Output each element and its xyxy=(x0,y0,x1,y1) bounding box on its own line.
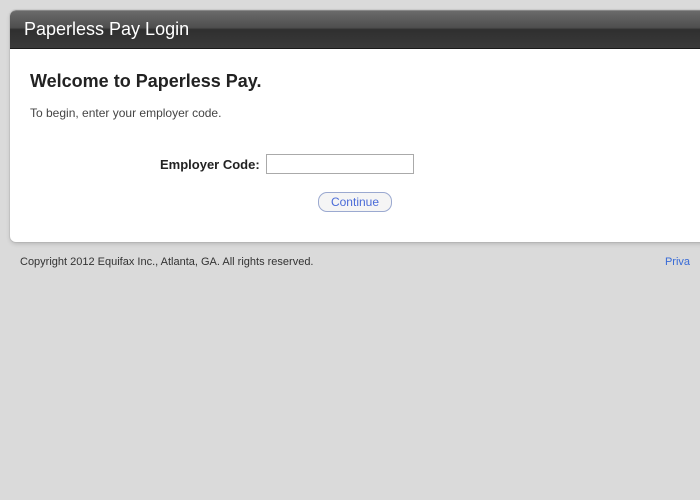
card-body: Welcome to Paperless Pay. To begin, ente… xyxy=(10,49,700,242)
continue-button[interactable]: Continue xyxy=(318,192,392,212)
button-row: Continue xyxy=(30,192,700,212)
page-title: Paperless Pay Login xyxy=(24,19,700,40)
welcome-heading: Welcome to Paperless Pay. xyxy=(30,71,700,92)
employer-code-label: Employer Code: xyxy=(160,157,260,172)
card-header: Paperless Pay Login xyxy=(10,10,700,49)
instruction-text: To begin, enter your employer code. xyxy=(30,106,700,120)
copyright-text: Copyright 2012 Equifax Inc., Atlanta, GA… xyxy=(20,256,314,268)
employer-code-row: Employer Code: xyxy=(30,154,700,174)
privacy-link[interactable]: Priva xyxy=(665,256,690,268)
login-card: Paperless Pay Login Welcome to Paperless… xyxy=(10,10,700,242)
footer: Copyright 2012 Equifax Inc., Atlanta, GA… xyxy=(0,242,700,272)
employer-code-input[interactable] xyxy=(266,154,414,174)
